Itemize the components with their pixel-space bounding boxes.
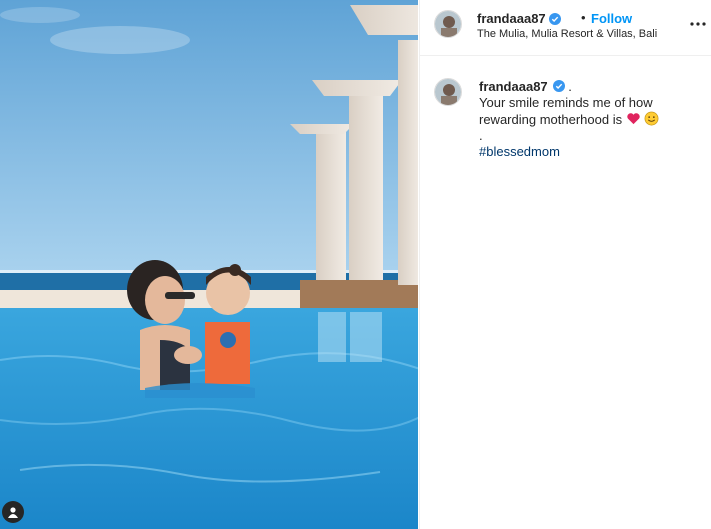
location-link[interactable]: The Mulia, Mulia Resort & Villas, Bali (477, 28, 657, 40)
avatar[interactable] (434, 10, 462, 38)
caption-text: frandaaa87 . Your smile reminds me of ho… (479, 79, 699, 160)
post-header: frandaaa87 • Follow The Mulia, Mulia Res… (420, 0, 711, 56)
caption-line-dot: . (479, 128, 483, 143)
separator-dot: • (581, 10, 586, 25)
more-options-button[interactable] (688, 14, 708, 34)
heart-emoji (627, 113, 640, 125)
more-options-icon (690, 22, 706, 26)
verified-badge-icon (549, 13, 561, 25)
photo-illustration (0, 0, 418, 529)
tagged-user-button[interactable] (2, 501, 24, 523)
post-username[interactable]: frandaaa87 (477, 11, 546, 26)
hashtag-link[interactable]: #blessedmom (479, 144, 699, 160)
post-image[interactable] (0, 0, 418, 529)
smile-emoji (644, 111, 659, 126)
tagged-user-icon (8, 507, 18, 518)
caption-username[interactable]: frandaaa87 (479, 79, 548, 94)
verified-badge-icon (552, 80, 565, 92)
caption-dot: . (568, 79, 572, 94)
follow-button[interactable]: Follow (591, 11, 632, 26)
caption-avatar[interactable] (434, 78, 462, 106)
post-side-panel: frandaaa87 • Follow The Mulia, Mulia Res… (419, 0, 711, 529)
avatar-image (435, 79, 461, 105)
avatar-image (435, 11, 461, 37)
